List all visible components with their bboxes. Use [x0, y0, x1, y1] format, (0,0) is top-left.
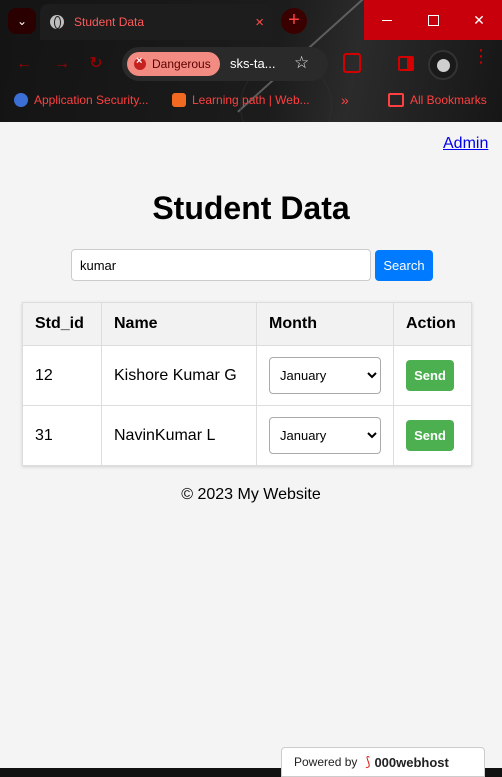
std-id-cell: 31	[22, 405, 102, 466]
table-row: 12 Kishore Kumar G January Send	[22, 345, 472, 406]
globe-icon	[50, 15, 64, 29]
page-title: Student Data	[152, 190, 350, 226]
bookmark-favicon-icon	[172, 93, 186, 107]
powered-by-label: Powered by	[294, 755, 358, 769]
browser-chrome: ⌄ Student Data × + ✕ ← → ↻ Dangerous sks…	[0, 0, 502, 122]
table-header-row: Std_id Name Month Action	[22, 302, 472, 346]
tab-close-icon[interactable]: ×	[255, 14, 264, 31]
action-cell: Send	[393, 345, 472, 406]
reload-icon[interactable]: ↻	[86, 54, 106, 74]
close-icon: ✕	[473, 11, 485, 28]
security-chip-label: Dangerous	[152, 57, 211, 71]
student-table: Std_id Name Month Action 12 Kishore Kuma…	[22, 302, 472, 466]
folder-icon	[388, 93, 404, 107]
minimize-button[interactable]	[364, 0, 410, 40]
all-bookmarks-button[interactable]: All Bookmarks	[388, 93, 487, 107]
column-header: Name	[101, 302, 257, 346]
search-button[interactable]: Search	[375, 250, 433, 281]
send-button[interactable]: Send	[406, 360, 454, 391]
side-panel-icon[interactable]	[398, 56, 414, 71]
month-cell: January	[256, 405, 394, 466]
danger-icon	[134, 55, 146, 70]
bookmark-favicon-icon	[14, 93, 28, 107]
chevron-down-icon: ⌄	[16, 14, 28, 28]
action-cell: Send	[393, 405, 472, 466]
send-button[interactable]: Send	[406, 420, 454, 451]
back-arrow-icon[interactable]: ←	[14, 54, 34, 74]
url-text[interactable]: sks-ta...	[230, 56, 276, 71]
powered-by-badge[interactable]: Powered by ⟆ 000webhost	[281, 747, 485, 777]
column-header: Action	[393, 302, 472, 346]
bookmark-item[interactable]: Application Security...	[14, 93, 149, 107]
tab-search-button[interactable]: ⌄	[8, 8, 36, 34]
bookmark-label: Application Security...	[34, 93, 149, 107]
table-row: 31 NavinKumar L January Send	[22, 405, 472, 466]
admin-link[interactable]: Admin	[443, 135, 488, 153]
bookmark-label: Learning path | Web...	[192, 93, 310, 107]
powered-by-brand: 000webhost	[374, 754, 449, 770]
search-input[interactable]	[71, 249, 371, 281]
bookmarks-overflow-button[interactable]: »	[341, 92, 349, 108]
address-bar[interactable]: Dangerous sks-ta... ☆	[122, 47, 328, 81]
bookmark-item[interactable]: Learning path | Web...	[172, 93, 310, 107]
month-select[interactable]: January	[269, 357, 381, 394]
maximize-icon	[427, 14, 439, 26]
page-content: Admin Student Data Search Std_id Name Mo…	[0, 122, 502, 777]
browser-tab[interactable]: Student Data ×	[40, 4, 272, 40]
minimize-icon	[382, 19, 392, 21]
maximize-button[interactable]	[410, 0, 456, 40]
new-tab-button[interactable]: +	[281, 8, 307, 34]
close-window-button[interactable]: ✕	[456, 0, 502, 40]
std-id-cell: 12	[22, 345, 102, 406]
tab-title: Student Data	[74, 15, 145, 29]
name-cell: NavinKumar L	[101, 405, 257, 466]
column-header: Std_id	[22, 302, 102, 346]
forward-arrow-icon[interactable]: →	[52, 54, 72, 74]
month-cell: January	[256, 345, 394, 406]
footer-text: © 2023 My Website	[181, 486, 321, 503]
column-header: Month	[256, 302, 394, 346]
profile-avatar[interactable]	[428, 50, 458, 80]
bookmark-label: All Bookmarks	[410, 93, 487, 107]
month-select[interactable]: January	[269, 417, 381, 454]
name-cell: Kishore Kumar G	[101, 345, 257, 406]
extensions-icon[interactable]	[343, 53, 361, 73]
more-menu-icon[interactable]: ⋮	[472, 47, 490, 65]
security-chip[interactable]: Dangerous	[127, 52, 220, 76]
star-icon[interactable]: ☆	[294, 53, 309, 73]
